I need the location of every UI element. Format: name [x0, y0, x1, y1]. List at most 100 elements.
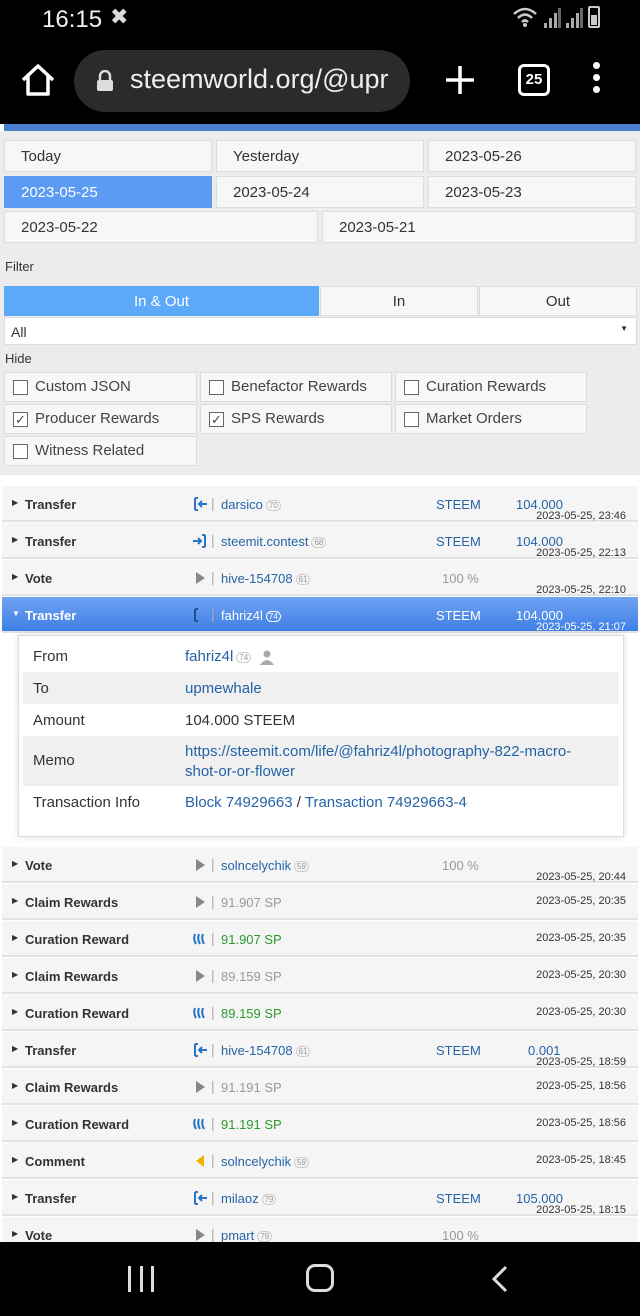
from-account-link[interactable]: fahriz4l 74: [185, 648, 275, 666]
hide-producer-rewards-checkbox[interactable]: ✓ Producer Rewards: [4, 404, 197, 434]
operation-row[interactable]: ▶ Vote | pmart 79 100 %: [2, 1217, 638, 1242]
account-link[interactable]: steemit.contest 68: [221, 534, 327, 549]
filter-tab-in[interactable]: In: [320, 286, 478, 316]
separator: |: [211, 1041, 215, 1057]
operation-row[interactable]: ▶ Transfer | hive-154708 61 STEEM 0.001 2…: [2, 1032, 638, 1068]
account-link[interactable]: hive-154708 61: [221, 1043, 311, 1058]
vote-icon: [196, 1229, 205, 1241]
home-icon[interactable]: [18, 60, 58, 100]
transfer-out-icon: [193, 534, 206, 548]
account-link[interactable]: solncelychik 59: [221, 858, 309, 873]
account-name: steemit.contest: [221, 534, 309, 549]
timestamp: 2023-05-25, 18:59: [536, 1056, 626, 1068]
timestamp: 2023-05-25, 18:56: [536, 1080, 626, 1092]
operation-row[interactable]: ▶ Vote | hive-154708 61 100 % 2023-05-25,…: [2, 560, 638, 596]
vote-icon: [196, 572, 205, 584]
detail-to-row: To upmewhale: [23, 672, 619, 704]
date-button[interactable]: 2023-05-26: [428, 140, 636, 172]
hide-market-orders-checkbox[interactable]: Market Orders: [395, 404, 587, 434]
checkbox-icon: [13, 444, 28, 459]
date-button[interactable]: 2023-05-23: [428, 176, 636, 208]
date-button-selected[interactable]: 2023-05-25: [4, 176, 212, 208]
tab-switcher-button[interactable]: 25: [518, 64, 550, 96]
hide-sps-rewards-checkbox[interactable]: ✓ SPS Rewards: [200, 404, 392, 434]
reputation-badge: 79: [257, 1231, 273, 1242]
detail-amount-value: 104.000 STEEM: [185, 712, 296, 729]
transfer-in-icon: [194, 1043, 207, 1057]
reward-amount: 91.191 SP: [221, 1080, 282, 1095]
block-link[interactable]: Block 74929663: [185, 794, 293, 811]
account-link[interactable]: pmart 79: [221, 1228, 273, 1242]
operation-row-selected[interactable]: ▼ Transfer | fahriz4l 74 STEEM 104.000 20…: [2, 597, 638, 633]
operation-row[interactable]: ▶ Curation Reward | 91.907 SP 2023-05-25…: [2, 921, 638, 957]
account-link[interactable]: milaoz 79: [221, 1191, 277, 1206]
operation-row[interactable]: ▶ Claim Rewards | 91.191 SP 2023-05-25, …: [2, 1069, 638, 1105]
operation-row[interactable]: ▶ Transfer | steemit.contest 68 STEEM 104…: [2, 523, 638, 559]
claim-icon: [196, 970, 205, 982]
operation-row[interactable]: ▶ Claim Rewards | 89.159 SP 2023-05-25, …: [2, 958, 638, 994]
operation-row[interactable]: ▶ Comment | solncelychik 59 2023-05-25, 1…: [2, 1143, 638, 1179]
transaction-link[interactable]: Transaction 74929663-4: [305, 794, 467, 811]
operation-row[interactable]: ▶ Curation Reward | 91.191 SP 2023-05-25…: [2, 1106, 638, 1142]
reputation-badge: 79: [261, 1194, 277, 1206]
address-bar[interactable]: steemworld.org/@upr: [74, 50, 410, 112]
reputation-badge: 61: [295, 1046, 311, 1058]
select-value: All: [11, 324, 27, 340]
asset: STEEM: [436, 1043, 481, 1058]
operation-row[interactable]: ▶ Vote | solncelychik 59 100 % 2023-05-25…: [2, 847, 638, 883]
reward-amount: 91.907 SP: [221, 932, 282, 947]
asset: STEEM: [436, 534, 481, 549]
filter-tab-in-out[interactable]: In & Out: [4, 286, 319, 316]
checkbox-icon: [404, 412, 419, 427]
account-name: fahriz4l: [221, 608, 263, 623]
expand-arrow-icon: ▶: [12, 1044, 19, 1053]
reputation-badge: 68: [311, 537, 327, 549]
account-link[interactable]: hive-154708 61: [221, 571, 311, 586]
filter-tab-out[interactable]: Out: [479, 286, 637, 316]
operation-type-select[interactable]: All ▼: [4, 317, 637, 345]
operation-row[interactable]: ▶ Claim Rewards | 91.907 SP 2023-05-25, …: [2, 884, 638, 920]
date-button-yesterday[interactable]: Yesterday: [216, 140, 424, 172]
back-icon[interactable]: [490, 1264, 510, 1294]
home-nav-icon[interactable]: [306, 1264, 334, 1292]
recent-apps-icon[interactable]: [128, 1266, 154, 1292]
reputation-badge: 74: [236, 651, 252, 663]
operation-row[interactable]: ▶ Transfer | darsico 70 STEEM 104.000 202…: [2, 486, 638, 522]
date-button[interactable]: 2023-05-21: [322, 211, 636, 243]
new-tab-icon[interactable]: [440, 60, 480, 100]
detail-key: Amount: [33, 712, 85, 729]
date-button[interactable]: 2023-05-24: [216, 176, 424, 208]
operation-type: Claim Rewards: [25, 969, 119, 984]
reward-amount: 91.191 SP: [221, 1117, 282, 1132]
filter-label: Filter: [5, 259, 34, 274]
separator: |: [211, 930, 215, 946]
url-text: steemworld.org/@upr: [130, 64, 389, 94]
hide-witness-related-checkbox[interactable]: Witness Related: [4, 436, 197, 466]
wifi-icon: [513, 7, 537, 27]
to-account-link[interactable]: upmewhale: [185, 680, 262, 697]
vote-icon: [196, 859, 205, 871]
account-link[interactable]: darsico 70: [221, 497, 281, 512]
expand-arrow-icon: ▶: [12, 1081, 19, 1090]
checkbox-icon: [13, 380, 28, 395]
account-link[interactable]: solncelychik 59: [221, 1154, 309, 1169]
operation-row[interactable]: ▶ Curation Reward | 89.159 SP 2023-05-25…: [2, 995, 638, 1031]
date-button[interactable]: 2023-05-22: [4, 211, 318, 243]
hide-benefactor-rewards-checkbox[interactable]: Benefactor Rewards: [200, 372, 392, 402]
more-menu-icon[interactable]: [588, 62, 604, 102]
operation-row[interactable]: ▶ Transfer | milaoz 79 STEEM 105.000 2023…: [2, 1180, 638, 1216]
operation-type: Transfer: [25, 1043, 77, 1058]
separator: |: [211, 967, 215, 983]
steem-icon: [193, 1118, 205, 1130]
account-name: pmart: [221, 1228, 255, 1242]
operation-type: Vote: [25, 571, 53, 586]
memo-line: https://steemit.com/life/@fahriz4l/photo…: [185, 743, 572, 760]
memo-link[interactable]: https://steemit.com/life/@fahriz4l/photo…: [185, 742, 571, 782]
reward-amount: 89.159 SP: [221, 969, 282, 984]
account-link[interactable]: fahriz4l 74: [221, 608, 281, 623]
date-button-today[interactable]: Today: [4, 140, 212, 172]
hide-curation-rewards-checkbox[interactable]: Curation Rewards: [395, 372, 587, 402]
operation-type: Transfer: [25, 608, 77, 623]
user-icon: [260, 650, 275, 666]
hide-custom-json-checkbox[interactable]: Custom JSON: [4, 372, 197, 402]
